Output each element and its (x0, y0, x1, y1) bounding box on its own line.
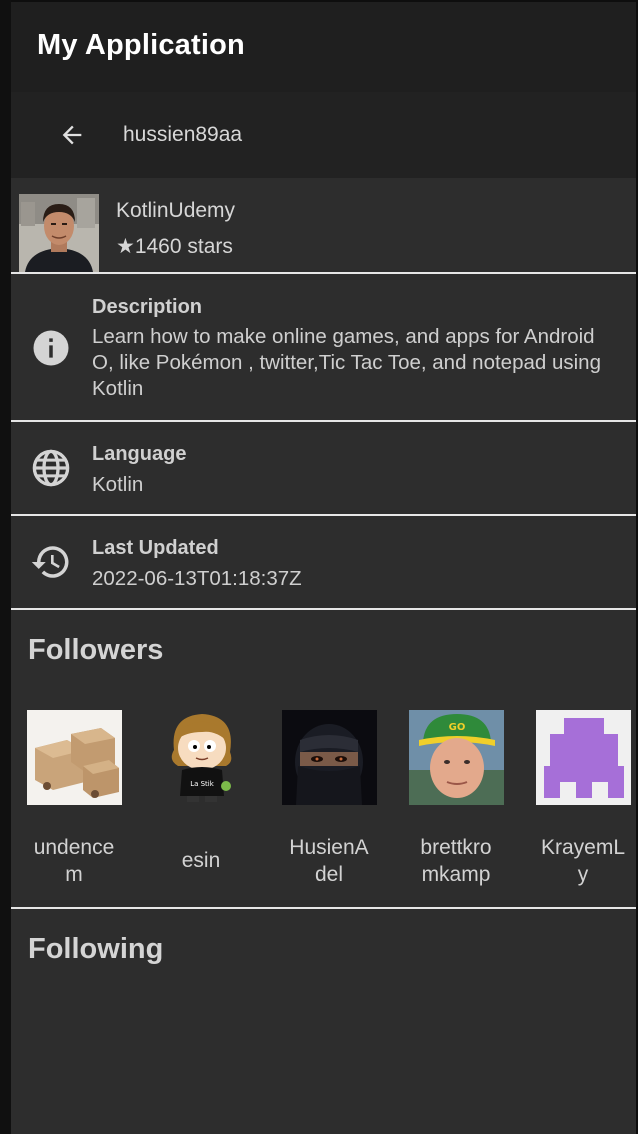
owner-avatar (19, 194, 99, 272)
info-icon (29, 326, 73, 370)
follower-item[interactable]: La Stik esin (146, 710, 256, 890)
follower-item[interactable]: undence m (19, 710, 129, 890)
followers-title: Followers (28, 634, 164, 666)
last-updated-value: 2022-06-13T01:18:37Z (92, 567, 302, 590)
language-row: Language Kotlin (11, 422, 636, 514)
history-icon (29, 540, 73, 584)
follower-avatar (282, 710, 377, 805)
follower-avatar (536, 710, 631, 805)
follower-name: brettkro mkamp (420, 836, 492, 886)
last-updated-row: Last Updated 2022-06-13T01:18:37Z (11, 516, 636, 608)
device-frame-top (0, 0, 638, 2)
globe-icon (29, 446, 73, 490)
description-label: Description (92, 296, 203, 318)
follower-avatar: La Stik (154, 710, 249, 805)
follower-name: esin (181, 849, 221, 872)
repo-name: KotlinUdemy (116, 199, 236, 222)
follower-avatar: GO (409, 710, 504, 805)
follower-avatar (27, 710, 122, 805)
arrow-back-icon (62, 125, 82, 145)
language-value: Kotlin (92, 473, 144, 496)
svg-text:GO: GO (449, 722, 466, 733)
app-screen: My Application hussien89aa KotlinUdemy ★… (0, 0, 638, 1134)
divider (11, 907, 636, 909)
divider (11, 608, 636, 610)
description-row: Description Learn how to make online gam… (11, 274, 636, 420)
follower-name: HusienA del (289, 836, 369, 886)
follower-item[interactable]: GO brettkro mkamp (401, 710, 511, 890)
follower-item[interactable]: KrayemL y (528, 710, 638, 890)
app-title: My Application (37, 29, 245, 61)
device-frame-left (0, 0, 11, 1134)
follower-item[interactable]: HusienA del (274, 710, 384, 890)
app-bar: My Application (11, 0, 636, 92)
last-updated-label: Last Updated (92, 537, 219, 559)
repo-header: KotlinUdemy ★1460 stars (11, 178, 636, 272)
repo-stars: ★1460 stars (116, 235, 233, 258)
description-value: Learn how to make online games, and apps… (92, 325, 601, 400)
language-label: Language (92, 443, 187, 465)
svg-text:La Stik: La Stik (190, 780, 215, 788)
toolbar-title: hussien89aa (123, 123, 243, 146)
following-title: Following (28, 933, 164, 965)
follower-name: undence m (33, 836, 115, 886)
toolbar: hussien89aa (11, 92, 636, 178)
follower-name: KrayemL y (540, 836, 626, 886)
back-button[interactable] (51, 114, 93, 156)
